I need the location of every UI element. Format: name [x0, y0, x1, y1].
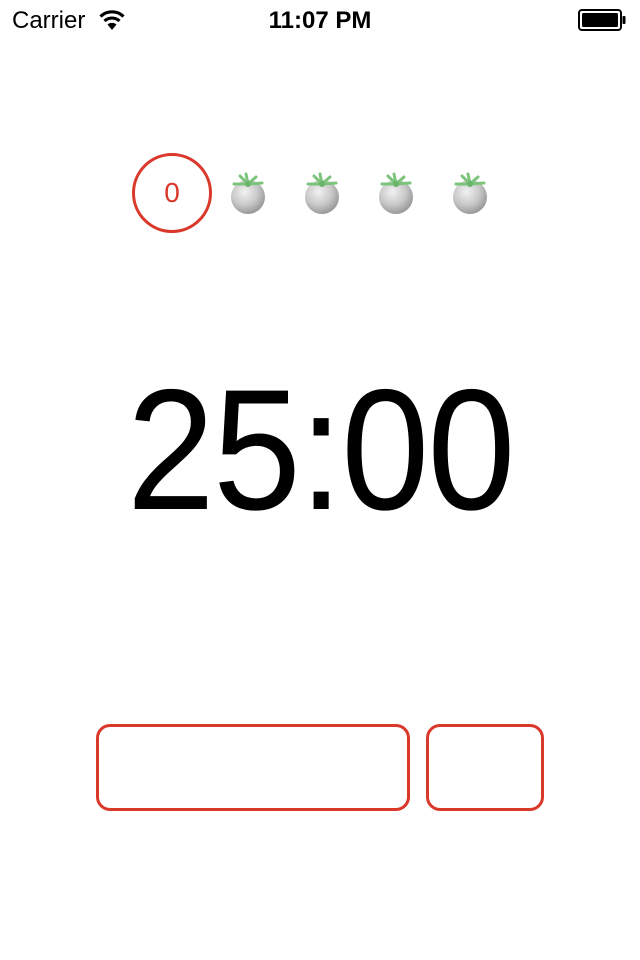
status-time: 11:07 PM: [268, 7, 372, 34]
timer-value: 25:00: [126, 354, 516, 546]
tomato-icon: [448, 170, 492, 216]
pomodoro-count-value: 0: [164, 177, 180, 208]
battery-icon: [578, 9, 626, 31]
tomato-icon: [300, 170, 344, 216]
reset-button[interactable]: [426, 724, 544, 811]
status-bar: Carrier 11:07 PM: [0, 0, 640, 40]
start-button[interactable]: [96, 724, 410, 811]
pomodoro-count-badge: 0: [132, 153, 212, 233]
tomato-icon: [226, 170, 270, 216]
timer-display: 25:00: [0, 360, 640, 540]
tomato-icon: [374, 170, 418, 216]
